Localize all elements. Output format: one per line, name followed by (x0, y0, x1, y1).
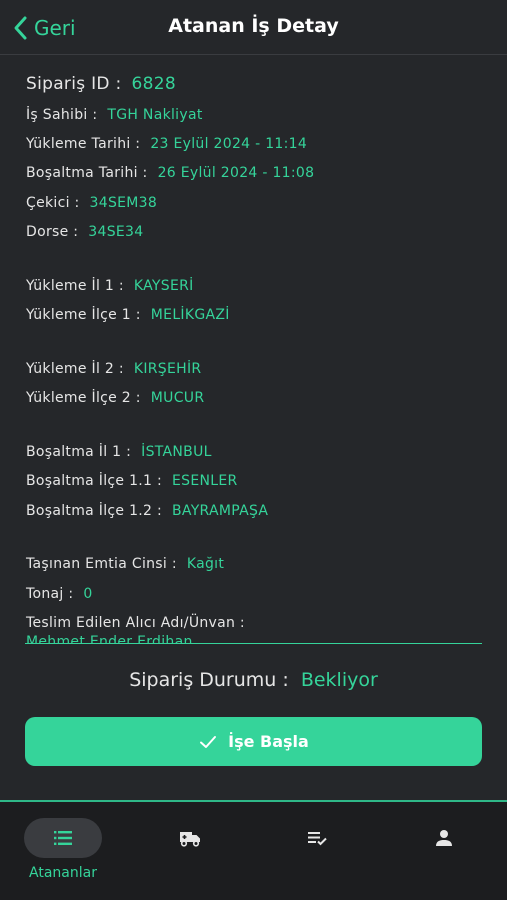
tab-shipments[interactable] (127, 802, 253, 900)
detail-label: Boşaltma Tarihi : (26, 165, 148, 181)
detail-value: ESENLER (172, 473, 238, 489)
detail-row: Teslim Edilen Alıcı Adı/Ünvan : (26, 615, 245, 631)
detail-row: Taşınan Emtia Cinsi : Kağıt (26, 556, 224, 572)
detail-label: Boşaltma İlçe 1.1 : (26, 473, 162, 489)
list-icon (54, 831, 72, 845)
detail-row: Yükleme İl 1 : KAYSERİ (26, 278, 194, 294)
detail-row: Boşaltma Tarihi : 26 Eylül 2024 - 11:08 (26, 165, 314, 181)
detail-value: BAYRAMPAŞA (172, 503, 269, 519)
status-badge: Bekliyor (300, 669, 378, 691)
top-bar: Geri Atanan İş Detay (0, 0, 507, 55)
detail-label: Yükleme Tarihi : (26, 136, 141, 152)
detail-value: MUCUR (150, 390, 205, 406)
detail-label: Taşınan Emtia Cinsi : (26, 556, 177, 572)
tab-completed[interactable] (254, 802, 380, 900)
tab-label: Atananlar (29, 865, 97, 881)
detail-label: Boşaltma İl 1 : (26, 444, 132, 460)
detail-value: TGH Nakliyat (107, 107, 203, 123)
detail-label: Boşaltma İlçe 1.2 : (26, 503, 162, 519)
detail-value: İSTANBUL (141, 444, 212, 460)
detail-value: Kağıt (186, 556, 225, 572)
detail-label: İş Sahibi : (26, 107, 98, 123)
check-icon (200, 735, 217, 748)
detail-label: Yükleme İlçe 1 : (26, 307, 141, 323)
order-id-label: Sipariş ID : (26, 74, 122, 94)
detail-row: Boşaltma İlçe 1.1 : ESENLER (26, 473, 238, 489)
page-title: Atanan İş Detay (168, 15, 339, 37)
detail-value: 0 (83, 586, 93, 602)
detail-value: 34SEM38 (89, 195, 158, 211)
detail-value: 26 Eylül 2024 - 11:08 (157, 165, 315, 181)
order-status: Sipariş Durumu : Bekliyor (0, 669, 507, 691)
order-id-value: 6828 (131, 74, 176, 94)
detail-value: 23 Eylül 2024 - 11:14 (150, 136, 308, 152)
order-id-row: Sipariş ID : 6828 (26, 74, 176, 94)
detail-row: Tonaj : 0 (26, 586, 93, 602)
detail-value: 34SE34 (88, 224, 144, 240)
status-label: Sipariş Durumu : (129, 669, 289, 691)
detail-label: Yükleme İl 1 : (26, 278, 124, 294)
detail-row: Yükleme Tarihi : 23 Eylül 2024 - 11:14 (26, 136, 307, 152)
detail-row: Yükleme İlçe 2 : MUCUR (26, 390, 204, 406)
detail-row: Yükleme İl 2 : KIRŞEHİR (26, 361, 201, 377)
detail-row: Dorse : 34SE34 (26, 224, 143, 240)
detail-label: Yükleme İl 2 : (26, 361, 124, 377)
detail-label: Teslim Edilen Alıcı Adı/Ünvan : (26, 615, 245, 631)
detail-row: Çekici : 34SEM38 (26, 195, 157, 211)
tab-assigned[interactable]: Atananlar (0, 802, 126, 900)
detail-value: KIRŞEHİR (133, 361, 202, 377)
detail-label: Yükleme İlçe 2 : (26, 390, 141, 406)
detail-label: Tonaj : (26, 586, 74, 602)
person-icon (436, 830, 452, 846)
start-job-button[interactable]: İşe Başla (25, 717, 482, 766)
tab-profile[interactable] (381, 802, 507, 900)
truck-icon (180, 832, 200, 847)
bottom-tab-bar: Atananlar (0, 800, 507, 900)
start-job-label: İşe Başla (228, 732, 309, 751)
detail-row: Yükleme İlçe 1 : MELİKGAZİ (26, 307, 230, 323)
detail-value: MELİKGAZİ (150, 307, 230, 323)
detail-label: Çekici : (26, 195, 80, 211)
detail-value: KAYSERİ (133, 278, 194, 294)
detail-row: Boşaltma İlçe 1.2 : BAYRAMPAŞA (26, 503, 268, 519)
detail-label: Dorse : (26, 224, 79, 240)
detail-row: İş Sahibi : TGH Nakliyat (26, 107, 203, 123)
detail-row: Boşaltma İl 1 : İSTANBUL (26, 444, 212, 460)
scroll-divider (25, 643, 482, 644)
checklist-icon (308, 832, 327, 846)
